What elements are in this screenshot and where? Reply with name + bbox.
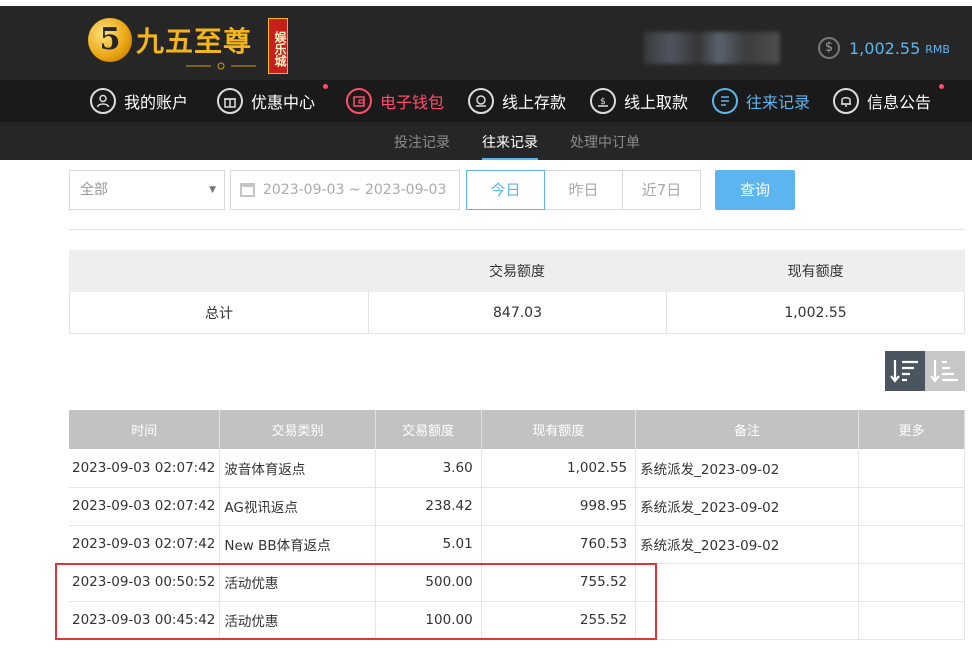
- bell-icon: [833, 88, 859, 114]
- nav-item-label: 往来记录: [746, 93, 811, 112]
- cell-remark: 系统派发_2023-09-02: [635, 525, 859, 564]
- cell-remark: [635, 563, 859, 602]
- cell-time: 2023-09-03 02:07:42: [69, 449, 221, 488]
- cell-amount: 5.01: [375, 525, 482, 564]
- sort-descending-icon: [890, 360, 918, 383]
- sort-asc-button[interactable]: [925, 351, 965, 391]
- main-nav: 我的账户 优惠中心 电子钱包 线上存款 $ 线上取款 往来记录 信息公告: [0, 80, 972, 122]
- nav-item-deposit[interactable]: 线上存款: [468, 86, 566, 116]
- summary-cell: 总计: [205, 305, 233, 322]
- cell-more[interactable]: [858, 525, 966, 564]
- column-header-more[interactable]: 更多: [858, 410, 966, 449]
- date-range-value: 2023-09-03 ~ 2023-09-03: [263, 182, 447, 198]
- summary-header: 交易额度 现有额度: [69, 250, 965, 292]
- column-header-remark[interactable]: 备注: [635, 410, 859, 449]
- nav-item-label: 电子钱包: [380, 93, 445, 112]
- summary-cell: 847.03: [368, 292, 666, 333]
- chevron-down-icon: ▼: [209, 185, 216, 195]
- type-select-value: 全部: [80, 182, 108, 198]
- wallet-icon: [346, 88, 372, 114]
- divider: [69, 229, 965, 230]
- tab-bet-records[interactable]: 投注记录: [394, 132, 450, 160]
- site-header: 5 九五至尊 娱乐城 $ 1,002.55 RMB: [0, 6, 972, 80]
- nav-item-announcements[interactable]: 信息公告: [833, 84, 944, 116]
- cell-remark: [635, 601, 859, 640]
- column-header-time[interactable]: 时间: [69, 410, 221, 449]
- table-row[interactable]: 2023-09-03 02:07:42 AG视讯返点 238.42 998.95…: [69, 487, 966, 526]
- summary-table: 交易额度 现有额度 总计 847.03 1,002.55: [69, 250, 965, 334]
- highlight-annotation: [55, 563, 657, 640]
- cell-more[interactable]: [858, 487, 966, 526]
- tab-pending-orders[interactable]: 处理中订单: [570, 132, 640, 160]
- column-header-amount[interactable]: 交易额度: [375, 410, 482, 449]
- cell-amount: 3.60: [375, 449, 482, 488]
- cell-time: 2023-09-03 02:07:42: [69, 487, 221, 526]
- logo-badge: 娱乐城: [268, 18, 288, 74]
- logo-emblem: 5: [88, 18, 132, 62]
- summary-cell: 1,002.55: [666, 292, 964, 333]
- logo-ornament: [186, 62, 256, 70]
- table-row[interactable]: 2023-09-03 02:07:42 波音体育返点 3.60 1,002.55…: [69, 449, 966, 488]
- summary-row: 总计 847.03 1,002.55: [69, 292, 965, 334]
- nav-item-label: 线上存款: [502, 93, 567, 112]
- nav-item-label: 信息公告: [867, 93, 932, 112]
- cell-balance: 1,002.55: [481, 449, 637, 488]
- cell-more[interactable]: [858, 601, 966, 640]
- sort-ascending-icon: [930, 360, 958, 383]
- withdraw-icon: $: [590, 88, 616, 114]
- site-logo[interactable]: 5 九五至尊 娱乐城: [86, 14, 290, 76]
- table-header-row: 时间 交易类别 交易额度 现有额度 备注 更多: [69, 410, 966, 449]
- cell-more[interactable]: [858, 563, 966, 602]
- summary-header-cell: [69, 250, 368, 292]
- nav-item-label: 我的账户: [124, 93, 189, 112]
- sort-desc-button[interactable]: [885, 351, 925, 391]
- range-today-button[interactable]: 今日: [466, 170, 545, 210]
- cell-more[interactable]: [858, 449, 966, 488]
- date-range-input[interactable]: 2023-09-03 ~ 2023-09-03: [230, 170, 460, 210]
- nav-item-wallet[interactable]: 电子钱包: [346, 86, 444, 116]
- balance-amount: 1,002.55: [849, 38, 921, 58]
- records-icon: [712, 88, 738, 114]
- nav-item-withdraw[interactable]: $ 线上取款: [590, 86, 688, 116]
- quick-range-group: 今日 昨日 近7日: [466, 170, 701, 210]
- nav-item-records[interactable]: 往来记录: [712, 86, 810, 116]
- deposit-icon: [468, 88, 494, 114]
- query-button[interactable]: 查询: [715, 170, 795, 210]
- notification-dot: [939, 84, 944, 89]
- nav-item-label: 优惠中心: [251, 93, 316, 112]
- cell-time: 2023-09-03 02:07:42: [69, 525, 221, 564]
- summary-header-cell: 交易额度: [488, 264, 545, 280]
- table-row[interactable]: 2023-09-03 02:07:42 New BB体育返点 5.01 760.…: [69, 525, 966, 564]
- blurred-username: [644, 32, 780, 64]
- tab-transaction-records[interactable]: 往来记录: [482, 132, 538, 160]
- summary-header-cell: 现有额度: [787, 264, 844, 280]
- sort-controls: [885, 351, 965, 391]
- cell-balance: 760.53: [481, 525, 637, 564]
- range-yesterday-button[interactable]: 昨日: [544, 170, 623, 210]
- calendar-icon: [240, 183, 255, 197]
- nav-item-promotions[interactable]: 优惠中心: [217, 84, 328, 116]
- sub-nav: 投注记录 往来记录 处理中订单: [0, 122, 972, 160]
- cell-remark: 系统派发_2023-09-02: [635, 449, 859, 488]
- logo-text: 九五至尊: [136, 25, 253, 58]
- dollar-coin-icon: $: [818, 37, 840, 59]
- cell-type: 波音体育返点: [219, 449, 376, 488]
- balance-currency: RMB: [925, 43, 950, 56]
- column-header-balance[interactable]: 现有额度: [481, 410, 637, 449]
- cell-amount: 238.42: [375, 487, 482, 526]
- cell-remark: 系统派发_2023-09-02: [635, 487, 859, 526]
- cell-type: AG视讯返点: [219, 487, 376, 526]
- cell-balance: 998.95: [481, 487, 637, 526]
- gift-icon: [217, 88, 243, 114]
- nav-item-account[interactable]: 我的账户: [90, 86, 188, 116]
- cell-type: New BB体育返点: [219, 525, 376, 564]
- balance-display: $ 1,002.55 RMB: [818, 30, 950, 66]
- column-header-type[interactable]: 交易类别: [219, 410, 376, 449]
- user-icon: [90, 88, 116, 114]
- range-7days-button[interactable]: 近7日: [622, 170, 701, 210]
- nav-item-label: 线上取款: [624, 93, 689, 112]
- type-select[interactable]: 全部 ▼: [69, 170, 225, 210]
- notification-dot: [323, 84, 328, 89]
